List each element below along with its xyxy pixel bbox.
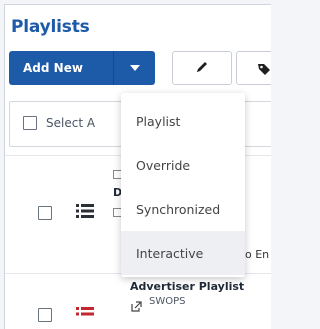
row-owner: SWOPS (149, 296, 186, 307)
row-title[interactable]: Advertiser Playlist (130, 280, 244, 293)
tag-icon (257, 61, 271, 80)
row-checkbox[interactable] (38, 308, 52, 322)
select-all-checkbox[interactable] (23, 116, 37, 130)
add-new-button[interactable]: Add New (9, 51, 155, 85)
table-row[interactable]: Advertiser Playlist SWOPS (5, 273, 271, 329)
menu-item-interactive[interactable]: Interactive (121, 231, 245, 275)
menu-item-synchronized[interactable]: Synchronized (121, 187, 245, 231)
select-all-label: Select A (46, 116, 96, 130)
chevron-down-icon[interactable] (114, 65, 155, 71)
list-icon (76, 306, 94, 326)
external-link-icon[interactable] (131, 297, 142, 316)
list-icon (76, 203, 94, 223)
playlists-panel: Playlists Add New Select A D o En Advert… (4, 4, 271, 329)
menu-item-override[interactable]: Override (121, 143, 245, 187)
edit-button[interactable] (172, 51, 232, 85)
add-new-dropdown-menu: Playlist Override Synchronized Interacti… (121, 93, 245, 277)
add-new-label: Add New (23, 61, 83, 75)
pencil-icon (195, 59, 209, 78)
tag-button[interactable] (236, 51, 271, 85)
menu-item-playlist[interactable]: Playlist (121, 99, 245, 143)
row-description-fragment: o En (245, 248, 270, 261)
page-title: Playlists (11, 17, 90, 37)
row-checkbox[interactable] (38, 206, 52, 220)
